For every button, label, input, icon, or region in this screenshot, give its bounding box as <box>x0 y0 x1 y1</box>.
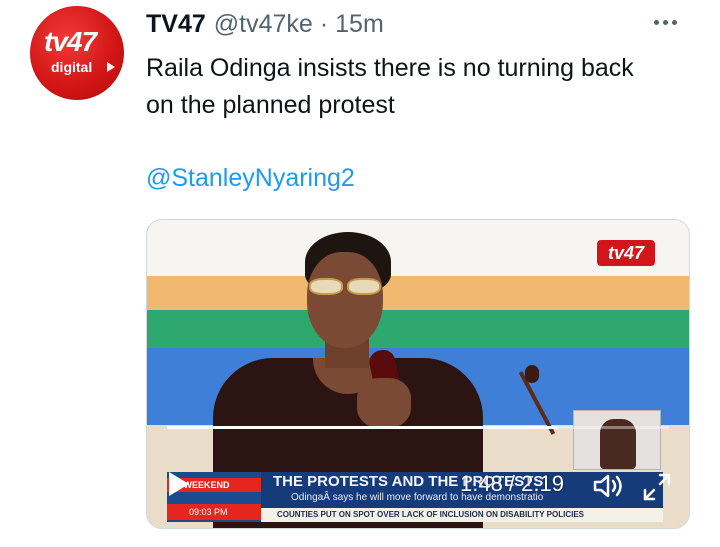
volume-icon[interactable] <box>592 472 628 500</box>
ticker-bottom-strip: COUNTIES PUT ON SPOT OVER LACK OF INCLUS… <box>261 508 663 522</box>
channel-logo: tv47 <box>597 240 655 266</box>
glasses-lens <box>309 278 343 295</box>
speaker-face <box>307 252 383 348</box>
glasses-lens <box>347 278 381 295</box>
avatar-logo-text: tv47 <box>44 26 97 57</box>
speaker-glasses <box>309 278 381 295</box>
mention-link[interactable]: @StanleyNyaring2 <box>146 164 355 193</box>
avatar[interactable]: tv47 digital <box>30 6 124 100</box>
play-icon <box>107 62 115 72</box>
sign-language-inset <box>573 410 661 470</box>
separator-dot: · <box>319 10 329 38</box>
expand-icon[interactable] <box>641 471 673 503</box>
more-dot <box>672 20 677 25</box>
video-time-display: 1:48 / 2:19 <box>460 471 564 496</box>
avatar-logo-subtext: digital <box>51 59 93 75</box>
video-player[interactable]: tv47 47 WEEKEND 09:03 PM THE PROTESTS AN… <box>146 219 690 529</box>
tweet-header: TV47 @tv47ke · 15m <box>146 10 384 40</box>
user-handle[interactable]: @tv47ke <box>214 10 313 39</box>
more-dots-icon[interactable] <box>654 20 677 25</box>
more-dot <box>663 20 668 25</box>
more-dot <box>654 20 659 25</box>
display-name[interactable]: TV47 <box>146 10 206 39</box>
video-progress-bar[interactable] <box>167 426 669 429</box>
ticker-clock: 09:03 PM <box>167 504 261 520</box>
video-progress-fill <box>167 426 558 429</box>
tweet-timestamp[interactable]: 15m <box>335 10 384 39</box>
speaker-hand <box>357 378 411 428</box>
play-icon[interactable] <box>169 472 189 496</box>
tweet-text: Raila Odinga insists there is no turning… <box>146 54 634 119</box>
mic-stand-head <box>525 365 539 383</box>
